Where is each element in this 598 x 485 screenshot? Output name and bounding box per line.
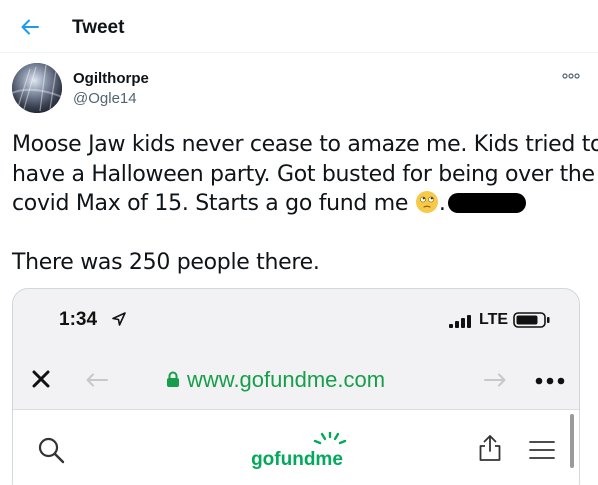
close-icon[interactable] — [31, 369, 51, 389]
web-page-header: gofundme — [13, 409, 579, 485]
battery-icon — [513, 312, 550, 328]
page-title: Tweet — [72, 17, 125, 38]
tweet-line: There was 250 people there. — [12, 250, 320, 275]
location-arrow-icon — [112, 312, 126, 326]
gofundme-logo[interactable]: gofundme — [241, 432, 353, 472]
tweet-line-text: covid Max of 15. Starts a go fund me — [12, 191, 409, 216]
scrollbar[interactable] — [570, 414, 574, 468]
author-handle[interactable]: @Ogle14 — [73, 90, 137, 107]
tweet-header: Tweet — [0, 0, 598, 53]
hamburger-menu-icon[interactable] — [529, 440, 555, 460]
face-with-rolling-eyes-icon — [415, 191, 438, 213]
arrow-left-icon[interactable] — [20, 17, 40, 37]
share-icon[interactable] — [478, 434, 502, 462]
author-name[interactable]: Ogilthorpe — [73, 70, 149, 87]
arrow-forward-icon[interactable] — [483, 373, 507, 387]
more-dots-icon[interactable] — [535, 377, 565, 385]
browser-toolbar: www.gofundme.com — [13, 351, 579, 411]
avatar[interactable] — [12, 63, 62, 113]
lock-icon — [167, 371, 179, 387]
tweet-line: have a Halloween party. Got busted for b… — [12, 161, 595, 187]
address-bar-url[interactable]: www.gofundme.com — [187, 367, 385, 393]
arrow-back-icon[interactable] — [85, 373, 109, 387]
avatar-image — [12, 63, 62, 113]
attached-image[interactable]: 1:34 LTE www.gofundme.com gofundme — [12, 288, 580, 485]
search-icon[interactable] — [37, 436, 65, 464]
status-time: 1:34 — [59, 309, 98, 330]
tweet-line: Moose Jaw kids never cease to amaze me. … — [12, 132, 598, 157]
network-label: LTE — [479, 311, 509, 328]
redaction-bar — [447, 193, 526, 213]
more-options-icon[interactable] — [562, 72, 580, 80]
logo-text: gofundme — [251, 449, 343, 470]
signal-strength-icon — [449, 315, 471, 328]
tweet-text: Moose Jaw kids never cease to amaze me. … — [12, 130, 598, 278]
tweet-line-3: covid Max of 15. Starts a go fund me . — [12, 189, 582, 219]
tweet-line-punct: . — [438, 191, 446, 216]
